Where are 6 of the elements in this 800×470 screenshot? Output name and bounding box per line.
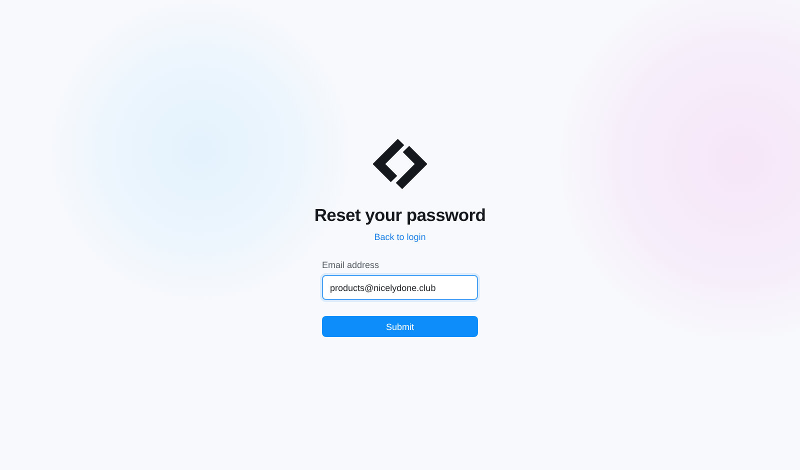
email-field[interactable]: products@nicelydone.club — [322, 275, 478, 300]
page-title: Reset your password — [314, 205, 486, 226]
email-label: Email address — [322, 260, 380, 270]
submit-button[interactable]: Submit — [322, 316, 478, 337]
back-to-login-link[interactable]: Back to login — [374, 232, 426, 242]
logo-icon — [373, 138, 427, 192]
